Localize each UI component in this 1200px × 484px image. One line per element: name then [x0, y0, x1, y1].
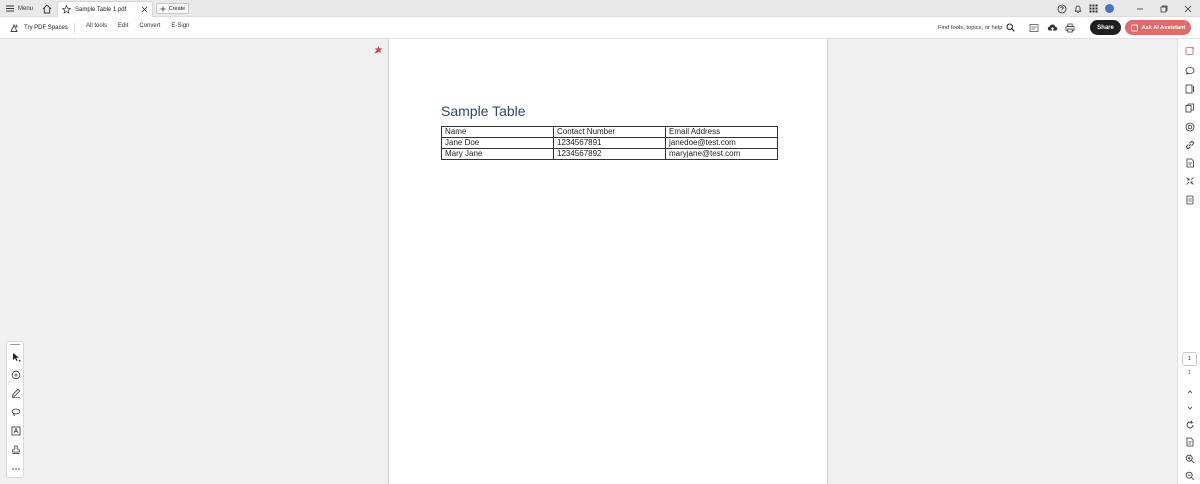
draw-lasso-icon[interactable]: [10, 406, 21, 417]
try-pdf-spaces-button[interactable]: Try PDF Spaces: [10, 22, 68, 33]
zoom-out-icon[interactable]: [1184, 470, 1195, 481]
select-cursor-icon[interactable]: [10, 351, 21, 362]
compress-icon[interactable]: [1184, 175, 1195, 186]
ask-ai-assistant-button[interactable]: Ask AI Assistant: [1125, 20, 1191, 35]
table-header-cell: Email Address: [665, 126, 778, 138]
comment-icon[interactable]: [10, 369, 21, 380]
protect-icon[interactable]: [1184, 121, 1195, 132]
link-icon[interactable]: [1184, 139, 1195, 150]
total-pages: 1: [1188, 370, 1191, 376]
share-button[interactable]: Share: [1090, 20, 1121, 35]
sticky-note-icon[interactable]: [374, 45, 383, 54]
find-tools-search[interactable]: Find tools, topics, or help: [938, 22, 1016, 33]
ai-assistant-icon: [1130, 23, 1139, 32]
search-placeholder: Find tools, topics, or help: [938, 24, 1003, 31]
table-header-cell: Contact Number: [553, 126, 666, 138]
nav-edit[interactable]: Edit: [118, 23, 128, 29]
table-cell: maryjane@test.com: [665, 148, 778, 160]
nav-convert[interactable]: Convert: [139, 23, 160, 29]
close-icon[interactable]: [141, 6, 148, 13]
menu-label: Menu: [18, 5, 34, 12]
table-header-row: Name Contact Number Email Address: [441, 126, 778, 138]
zoom-in-icon[interactable]: [1184, 453, 1195, 464]
table-header-cell: Name: [441, 126, 554, 138]
bell-icon[interactable]: [1071, 2, 1084, 15]
hamburger-icon: [6, 5, 14, 12]
current-page-input[interactable]: 1: [1182, 352, 1197, 366]
scan-icon[interactable]: [1184, 194, 1195, 205]
quick-tools-panel: [6, 341, 24, 478]
stamp-icon[interactable]: [10, 444, 21, 455]
plus-icon: [160, 6, 166, 12]
rotate-icon[interactable]: [1184, 419, 1195, 430]
export-pdf-icon[interactable]: [1184, 157, 1195, 168]
title-bar: Menu Sample Table 1.pdf Create: [0, 0, 1200, 17]
table-cell: Jane Doe: [441, 137, 554, 149]
window-close-icon[interactable]: [1176, 2, 1200, 15]
apps-grid-icon[interactable]: [1087, 2, 1100, 15]
nav-e-sign[interactable]: E-Sign: [171, 23, 189, 29]
toolbar-divider: [74, 23, 75, 33]
more-options-icon[interactable]: [10, 463, 21, 474]
star-icon[interactable]: [62, 5, 71, 14]
table-row: Jane Doe 1234567891 janedoe@test.com: [441, 137, 778, 149]
create-button[interactable]: Create: [156, 3, 189, 14]
minimize-icon[interactable]: [1128, 2, 1152, 15]
text-box-icon[interactable]: [10, 425, 21, 436]
table-cell: 1234567891: [553, 137, 666, 149]
menu-button[interactable]: Menu: [6, 3, 33, 14]
edit-pdf-icon[interactable]: [1184, 83, 1195, 94]
nav-all-tools[interactable]: All tools: [86, 23, 107, 29]
restore-icon[interactable]: [1152, 2, 1176, 15]
help-icon[interactable]: [1055, 2, 1068, 15]
pdf-page[interactable]: Sample Table Name Contact Number Email A…: [388, 39, 828, 484]
document-tab[interactable]: Sample Table 1.pdf: [57, 1, 153, 17]
comment-rail-icon[interactable]: [1184, 65, 1195, 76]
ask-ai-label: Ask AI Assistant: [1141, 24, 1186, 31]
fit-page-icon[interactable]: [1184, 436, 1195, 447]
organize-pages-icon[interactable]: [1184, 102, 1195, 113]
data-table: Name Contact Number Email Address Jane D…: [441, 126, 778, 160]
cloud-upload-icon[interactable]: [1046, 22, 1058, 34]
pencil-icon[interactable]: [10, 387, 21, 398]
top-nav: All tools Edit Convert E-Sign: [86, 23, 189, 29]
try-pdf-spaces-label: Try PDF Spaces: [24, 24, 68, 31]
toolbar: Try PDF Spaces All tools Edit Convert E-…: [0, 17, 1200, 39]
spaces-icon: [10, 23, 20, 33]
table-row: Mary Jane 1234567892 maryjane@test.com: [441, 148, 778, 160]
table-cell: Mary Jane: [441, 148, 554, 160]
title-bar-right: [1055, 2, 1200, 15]
avatar[interactable]: [1105, 4, 1114, 13]
chevron-up-icon[interactable]: [1184, 386, 1195, 397]
search-icon[interactable]: [1006, 23, 1016, 32]
page-title: Sample Table: [441, 103, 526, 119]
right-tool-rail: 1 1: [1177, 39, 1200, 484]
tab-title: Sample Table 1.pdf: [75, 6, 127, 13]
drag-handle[interactable]: [10, 344, 20, 345]
chevron-down-icon[interactable]: [1184, 402, 1195, 413]
table-cell: janedoe@test.com: [665, 137, 778, 149]
ai-assistant-rail-icon[interactable]: [1184, 45, 1195, 56]
table-cell: 1234567892: [553, 148, 666, 160]
print-icon[interactable]: [1064, 22, 1076, 34]
page-view-icon[interactable]: [1028, 22, 1040, 34]
home-icon[interactable]: [41, 3, 52, 14]
toolbar-actions: [1028, 21, 1076, 35]
create-label: Create: [168, 5, 186, 12]
